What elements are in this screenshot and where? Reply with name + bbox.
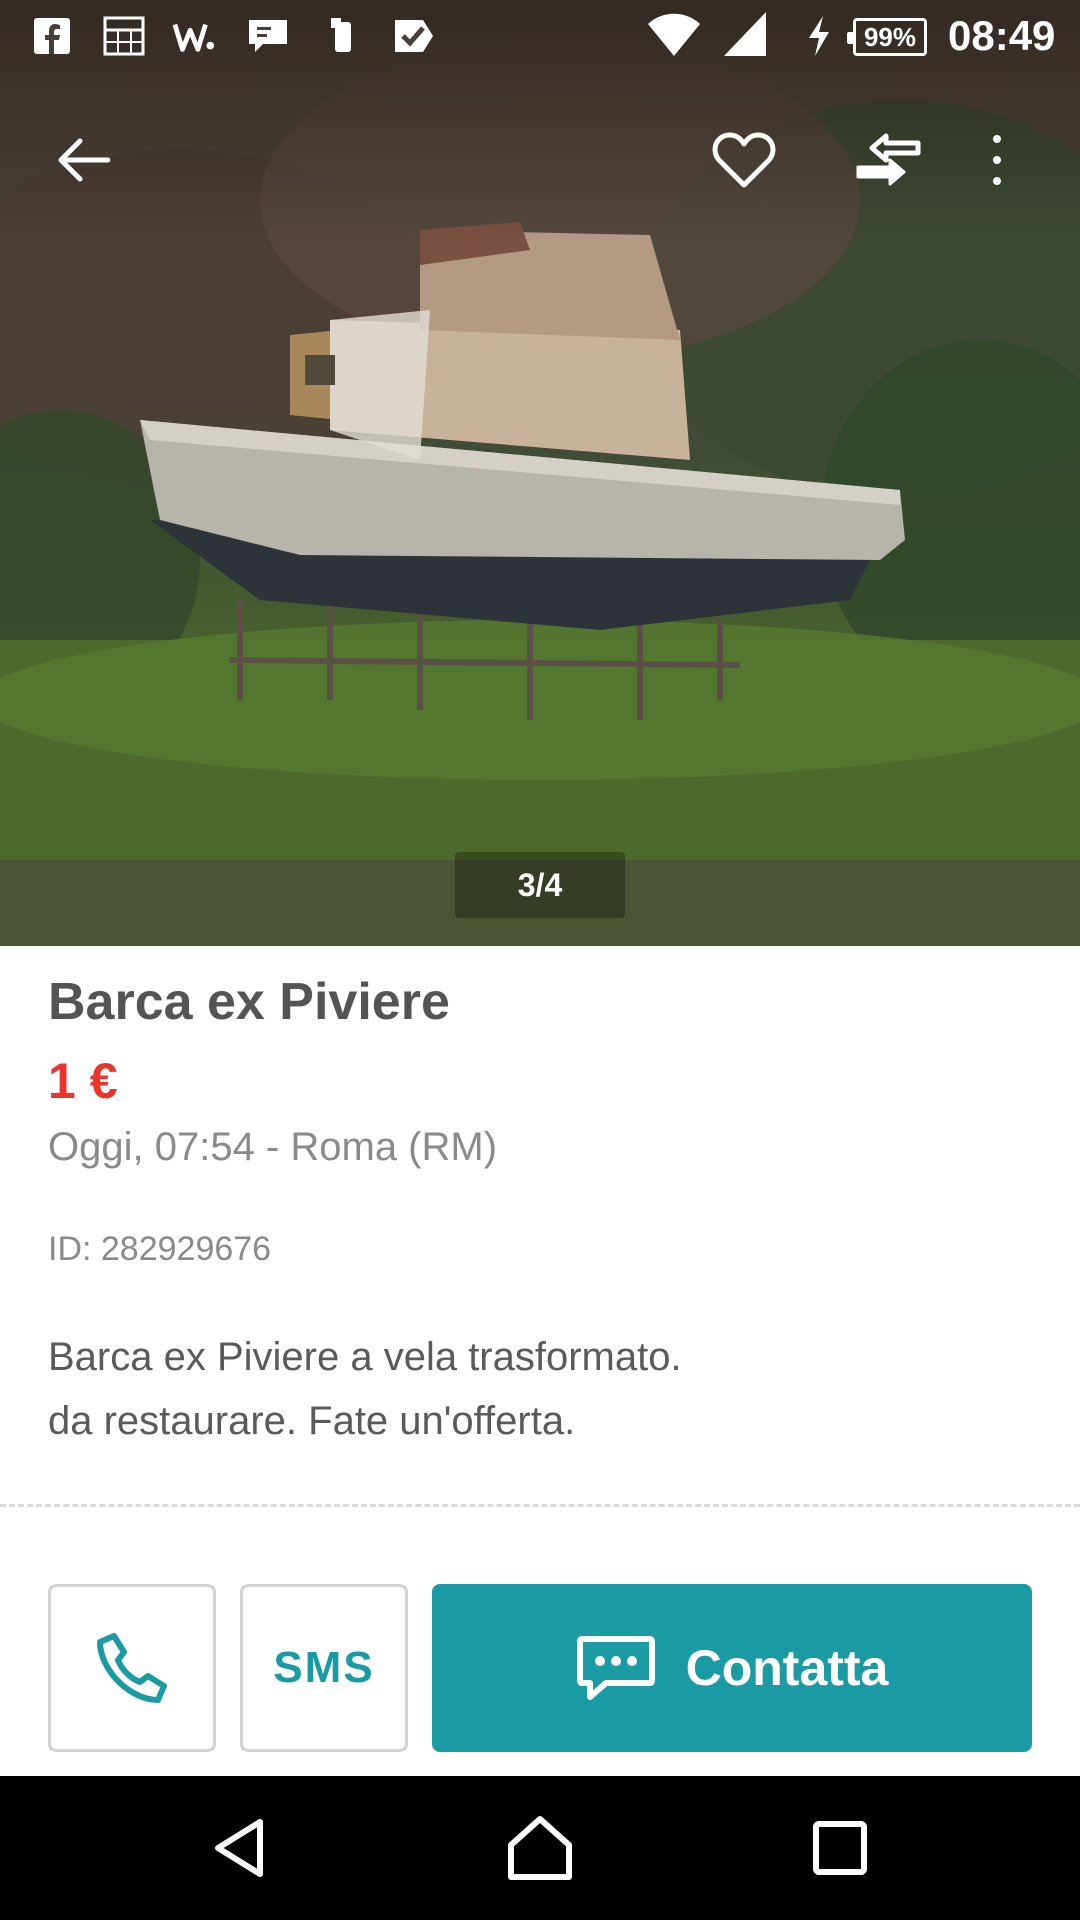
nav-back-button[interactable] bbox=[190, 1798, 290, 1898]
favorite-button[interactable] bbox=[704, 120, 784, 200]
heart-icon bbox=[712, 132, 776, 188]
nav-recents-icon bbox=[813, 1821, 867, 1875]
facebook-icon bbox=[30, 14, 74, 58]
sms-button[interactable]: SMS bbox=[240, 1584, 408, 1752]
more-options-button[interactable] bbox=[957, 120, 1037, 200]
nav-home-icon bbox=[508, 1816, 572, 1880]
listing-title: Barca ex Piviere bbox=[48, 973, 450, 1031]
more-vertical-icon bbox=[993, 135, 1001, 185]
nav-back-icon bbox=[215, 1819, 263, 1877]
swap-arrows-icon bbox=[856, 133, 921, 186]
cellular-signal-icon bbox=[720, 12, 770, 56]
system-navigation-bar bbox=[0, 1776, 1080, 1920]
charging-icon bbox=[804, 14, 834, 58]
listing-price: 1 € bbox=[48, 1053, 118, 1109]
nav-home-button[interactable] bbox=[490, 1798, 590, 1898]
calendar-grid-icon bbox=[102, 14, 146, 58]
phone-icon bbox=[97, 1633, 167, 1703]
status-clock: 08:49 bbox=[948, 12, 1056, 59]
w-app-icon bbox=[172, 14, 216, 58]
compare-button[interactable] bbox=[848, 120, 928, 200]
call-button[interactable] bbox=[48, 1584, 216, 1752]
listing-photo[interactable]: 99% 08:49 3/4 bbox=[0, 0, 1080, 946]
sms-label: SMS bbox=[273, 1643, 375, 1692]
nav-recents-button[interactable] bbox=[790, 1798, 890, 1898]
back-button[interactable] bbox=[44, 120, 124, 200]
phone-device-icon bbox=[322, 14, 366, 58]
chat-bubble-icon bbox=[576, 1636, 655, 1700]
message-icon bbox=[246, 14, 290, 58]
listing-description: Barca ex Piviere a vela trasformato. da … bbox=[48, 1335, 682, 1443]
wifi-icon bbox=[646, 12, 702, 57]
photo-counter: 3/4 bbox=[455, 852, 625, 918]
contact-button[interactable]: Contatta bbox=[432, 1584, 1032, 1752]
status-bar: 99% 08:49 bbox=[0, 0, 1080, 78]
battery-level: 99% bbox=[847, 18, 927, 56]
contact-label: Contatta bbox=[685, 1640, 889, 1696]
divider bbox=[0, 1504, 1080, 1507]
listing-id: ID: 282929676 bbox=[48, 1230, 272, 1268]
arrow-left-icon bbox=[58, 138, 111, 182]
listing-date-location: Oggi, 07:54 - Roma (RM) bbox=[48, 1125, 498, 1169]
check-icon bbox=[392, 14, 436, 58]
